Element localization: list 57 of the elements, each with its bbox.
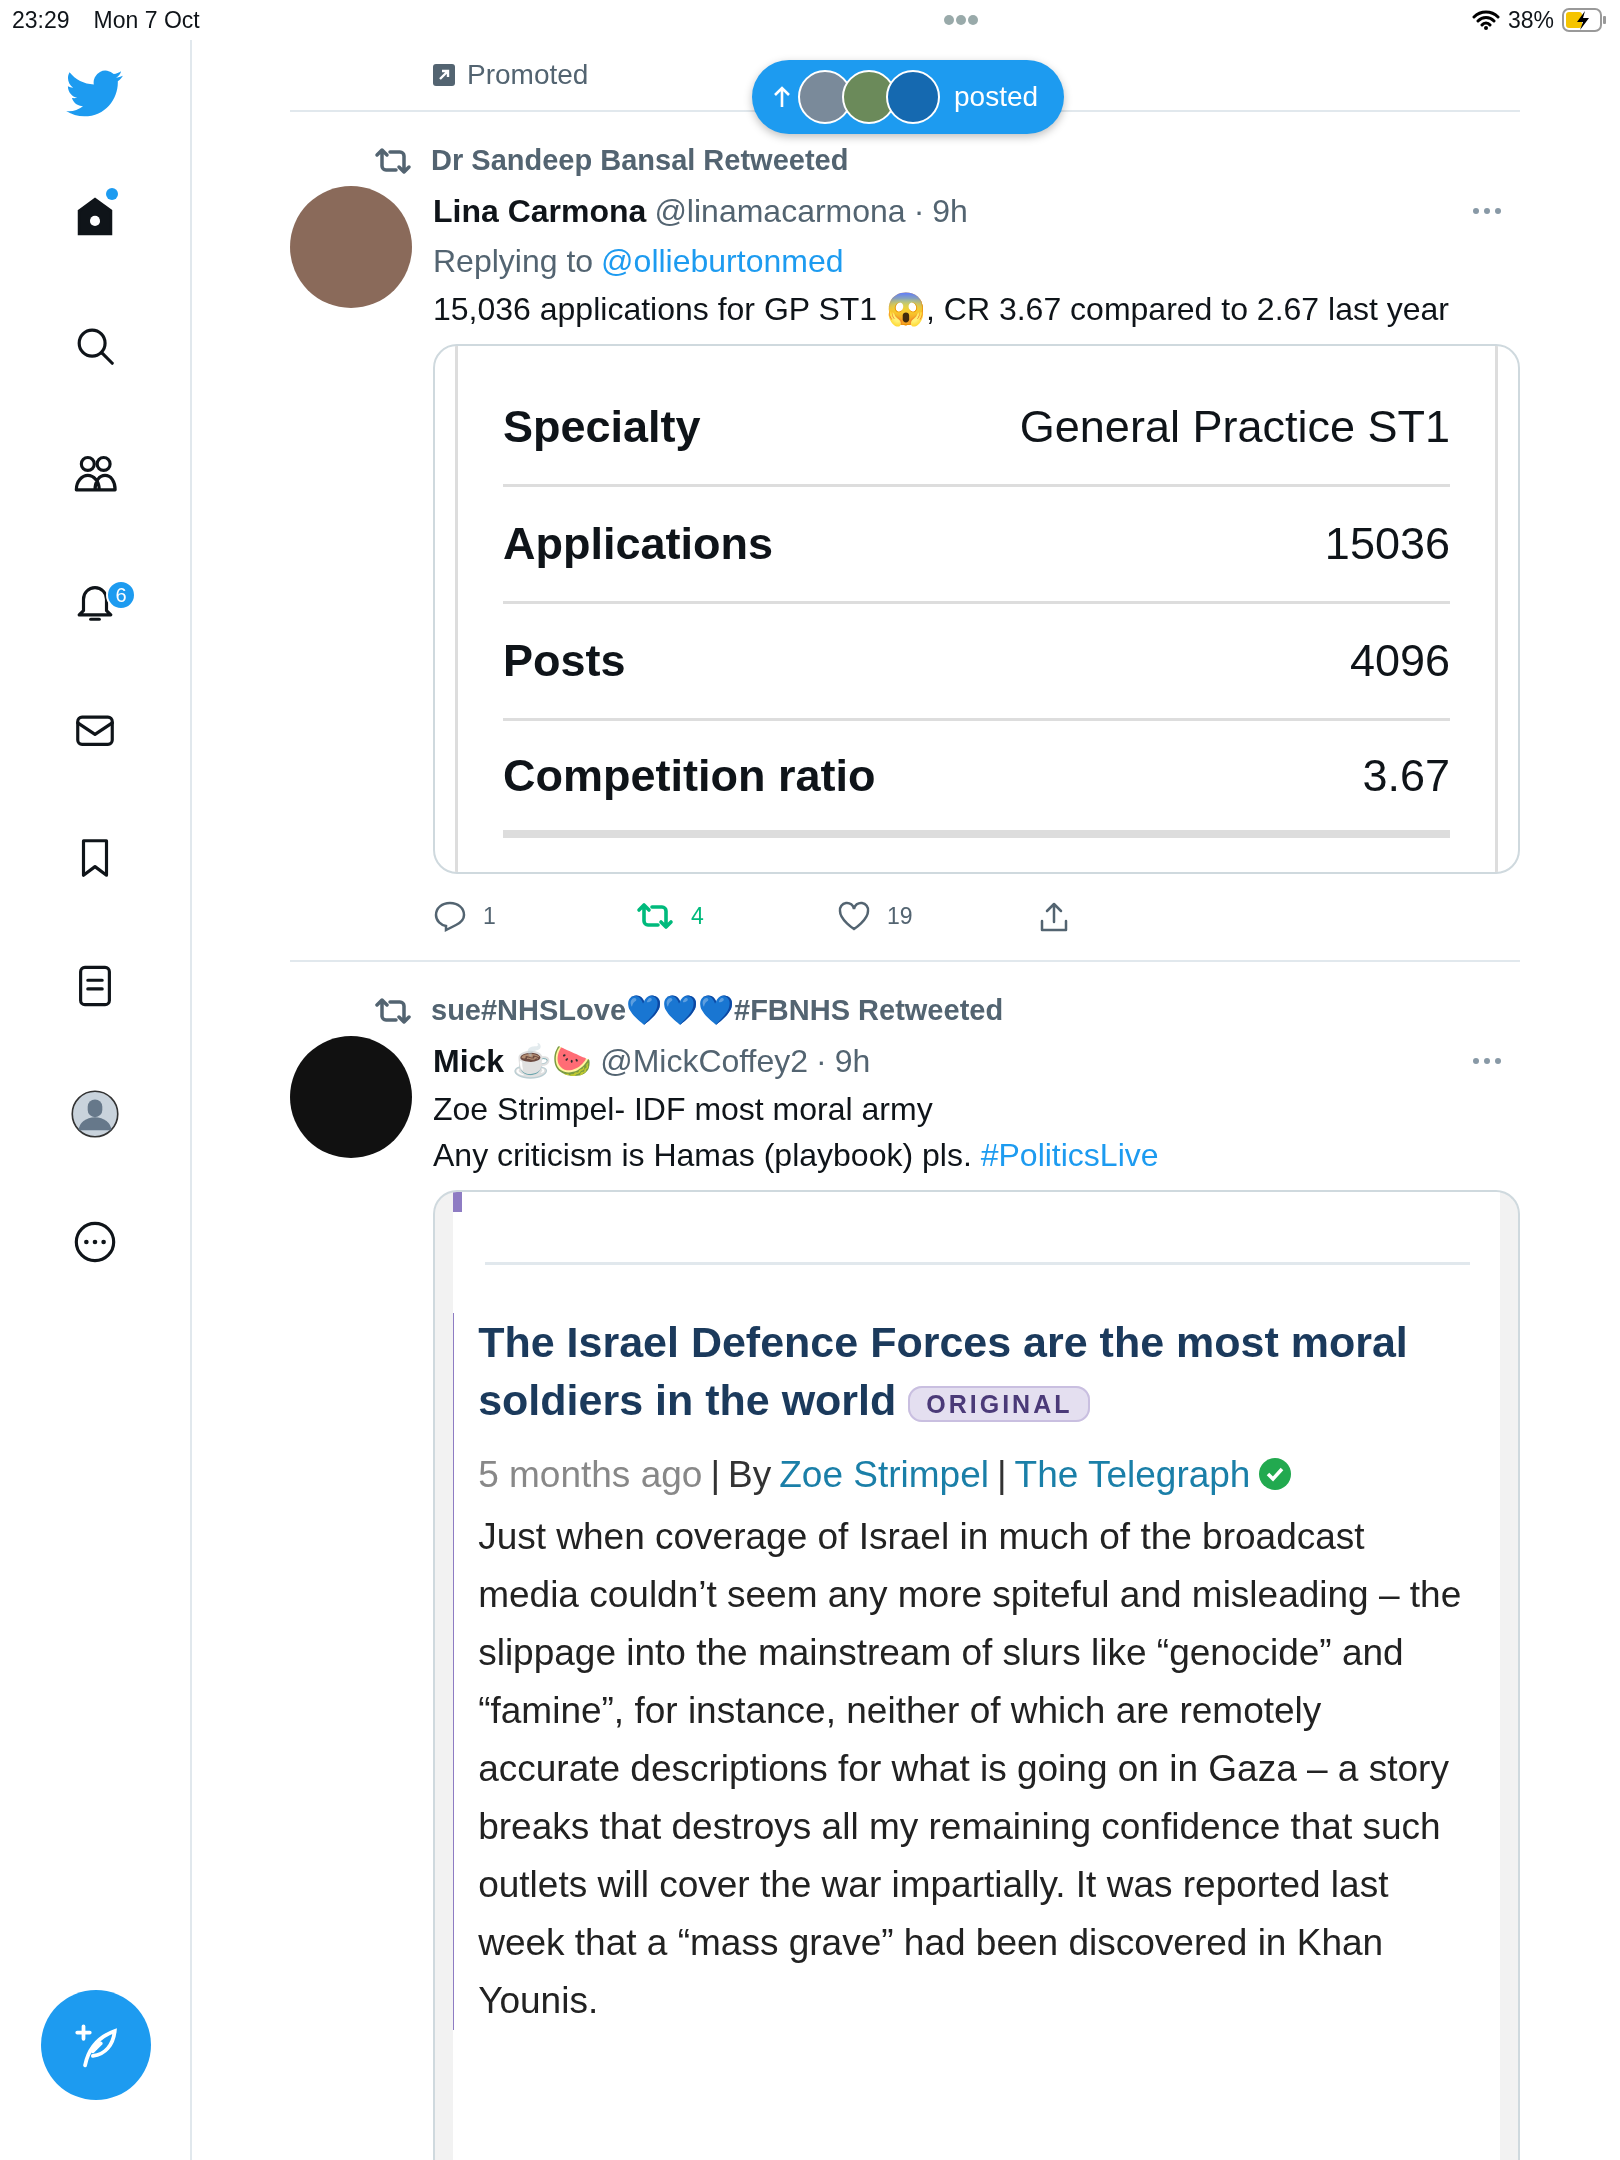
- row-value: General Practice ST1: [1019, 400, 1450, 455]
- avatar-icon[interactable]: [69, 1088, 121, 1140]
- source-link[interactable]: The Telegraph: [1014, 1446, 1251, 1503]
- tweet-text: Any criticism is Hamas (playbook) pls. #PoliticsLive: [433, 1136, 1160, 1175]
- row-value: 4096: [1349, 634, 1450, 689]
- timestamp: 9h: [932, 192, 968, 231]
- separator: |: [710, 1452, 720, 1497]
- retweeted-by-label: Dr Sandeep Bansal Retweeted: [431, 143, 849, 179]
- wifi-icon: [1471, 9, 1500, 31]
- separator-dot: ·: [913, 192, 925, 231]
- more-options-icon[interactable]: [1472, 207, 1502, 215]
- clock-time: 23:29: [12, 5, 70, 35]
- promoted-label: Promoted: [467, 58, 589, 92]
- display-name[interactable]: Lina Carmona: [433, 186, 647, 236]
- reply-count: 1: [483, 901, 496, 931]
- row-value: 15036: [1324, 517, 1450, 572]
- article-age: 5 months ago: [478, 1452, 703, 1497]
- more-options-icon[interactable]: [1472, 1057, 1502, 1065]
- more-icon[interactable]: [72, 1219, 118, 1265]
- name-emoji: ☕🍉: [512, 1042, 593, 1081]
- heart-icon[interactable]: [837, 901, 871, 931]
- user-handle[interactable]: @linamacarmona: [654, 186, 906, 236]
- row-value: 3.67: [1362, 748, 1450, 803]
- promoted-icon: [433, 64, 455, 86]
- separator: |: [996, 1452, 1007, 1497]
- share-icon[interactable]: [1039, 901, 1069, 934]
- user-handle[interactable]: @MickCoffey2: [600, 1036, 809, 1086]
- timestamp: 9h: [834, 1042, 871, 1081]
- arrow-up-icon: [772, 85, 792, 109]
- row-label: Posts: [503, 634, 626, 689]
- row-label: Specialty: [503, 400, 701, 455]
- like-count: 19: [887, 901, 913, 931]
- date-text: Mon 7 Oct: [93, 5, 200, 35]
- row-label: Applications: [503, 517, 774, 572]
- hashtag-link[interactable]: #PoliticsLive: [980, 1137, 1159, 1173]
- notification-count: 6: [106, 580, 136, 610]
- article-title: The Israel Defence Forces are the most moral soldiers in the world ORIGINAL: [478, 1317, 1409, 1426]
- replying-label: Replying to: [433, 242, 594, 281]
- battery-percentage: 38%: [1507, 5, 1554, 35]
- mention-link[interactable]: @ollieburtonmed: [601, 236, 844, 286]
- retweet-icon: [373, 146, 413, 176]
- author-link[interactable]: Zoe Strimpel: [779, 1446, 989, 1503]
- tweet-text: 15,036 applications for GP ST1 😱, CR 3.67 compared to 2.67 last year: [433, 290, 1450, 329]
- display-name[interactable]: Mick: [433, 1036, 505, 1086]
- byline-label: By: [728, 1452, 772, 1497]
- new-posts-button[interactable]: posted: [752, 60, 1065, 134]
- reply-icon[interactable]: [433, 900, 467, 932]
- separator-dot: ·: [816, 1042, 827, 1081]
- retweet-icon: [373, 996, 413, 1026]
- tweet-text: Zoe Strimpel- IDF most moral army: [433, 1090, 934, 1129]
- bird-logo-icon[interactable]: [66, 70, 124, 118]
- retweeted-by-label: sue#NHSLove💙💙💙#FBNHS Retweeted: [431, 993, 1004, 1029]
- retweet-count: 4: [691, 901, 704, 931]
- avatar-placeholder: [886, 70, 940, 124]
- multitasking-dots-icon: [942, 14, 979, 26]
- row-label: Competition ratio: [503, 748, 876, 803]
- article-text: Just when coverage of Israel in much of the broadcast media couldn’t seem any more spiteful and misleading – the slippage into the mainstream of slurs like “genocide” and “famine”, for instance, neither of which are remotely accurate descriptions for what is going on in Gaza – a story breaks that destroys all my remaining confidence that such outlets will cover the war impartially. It was reported last week that a “mass grave” had been discovered in Khan Younis.: [478, 1515, 1463, 2024]
